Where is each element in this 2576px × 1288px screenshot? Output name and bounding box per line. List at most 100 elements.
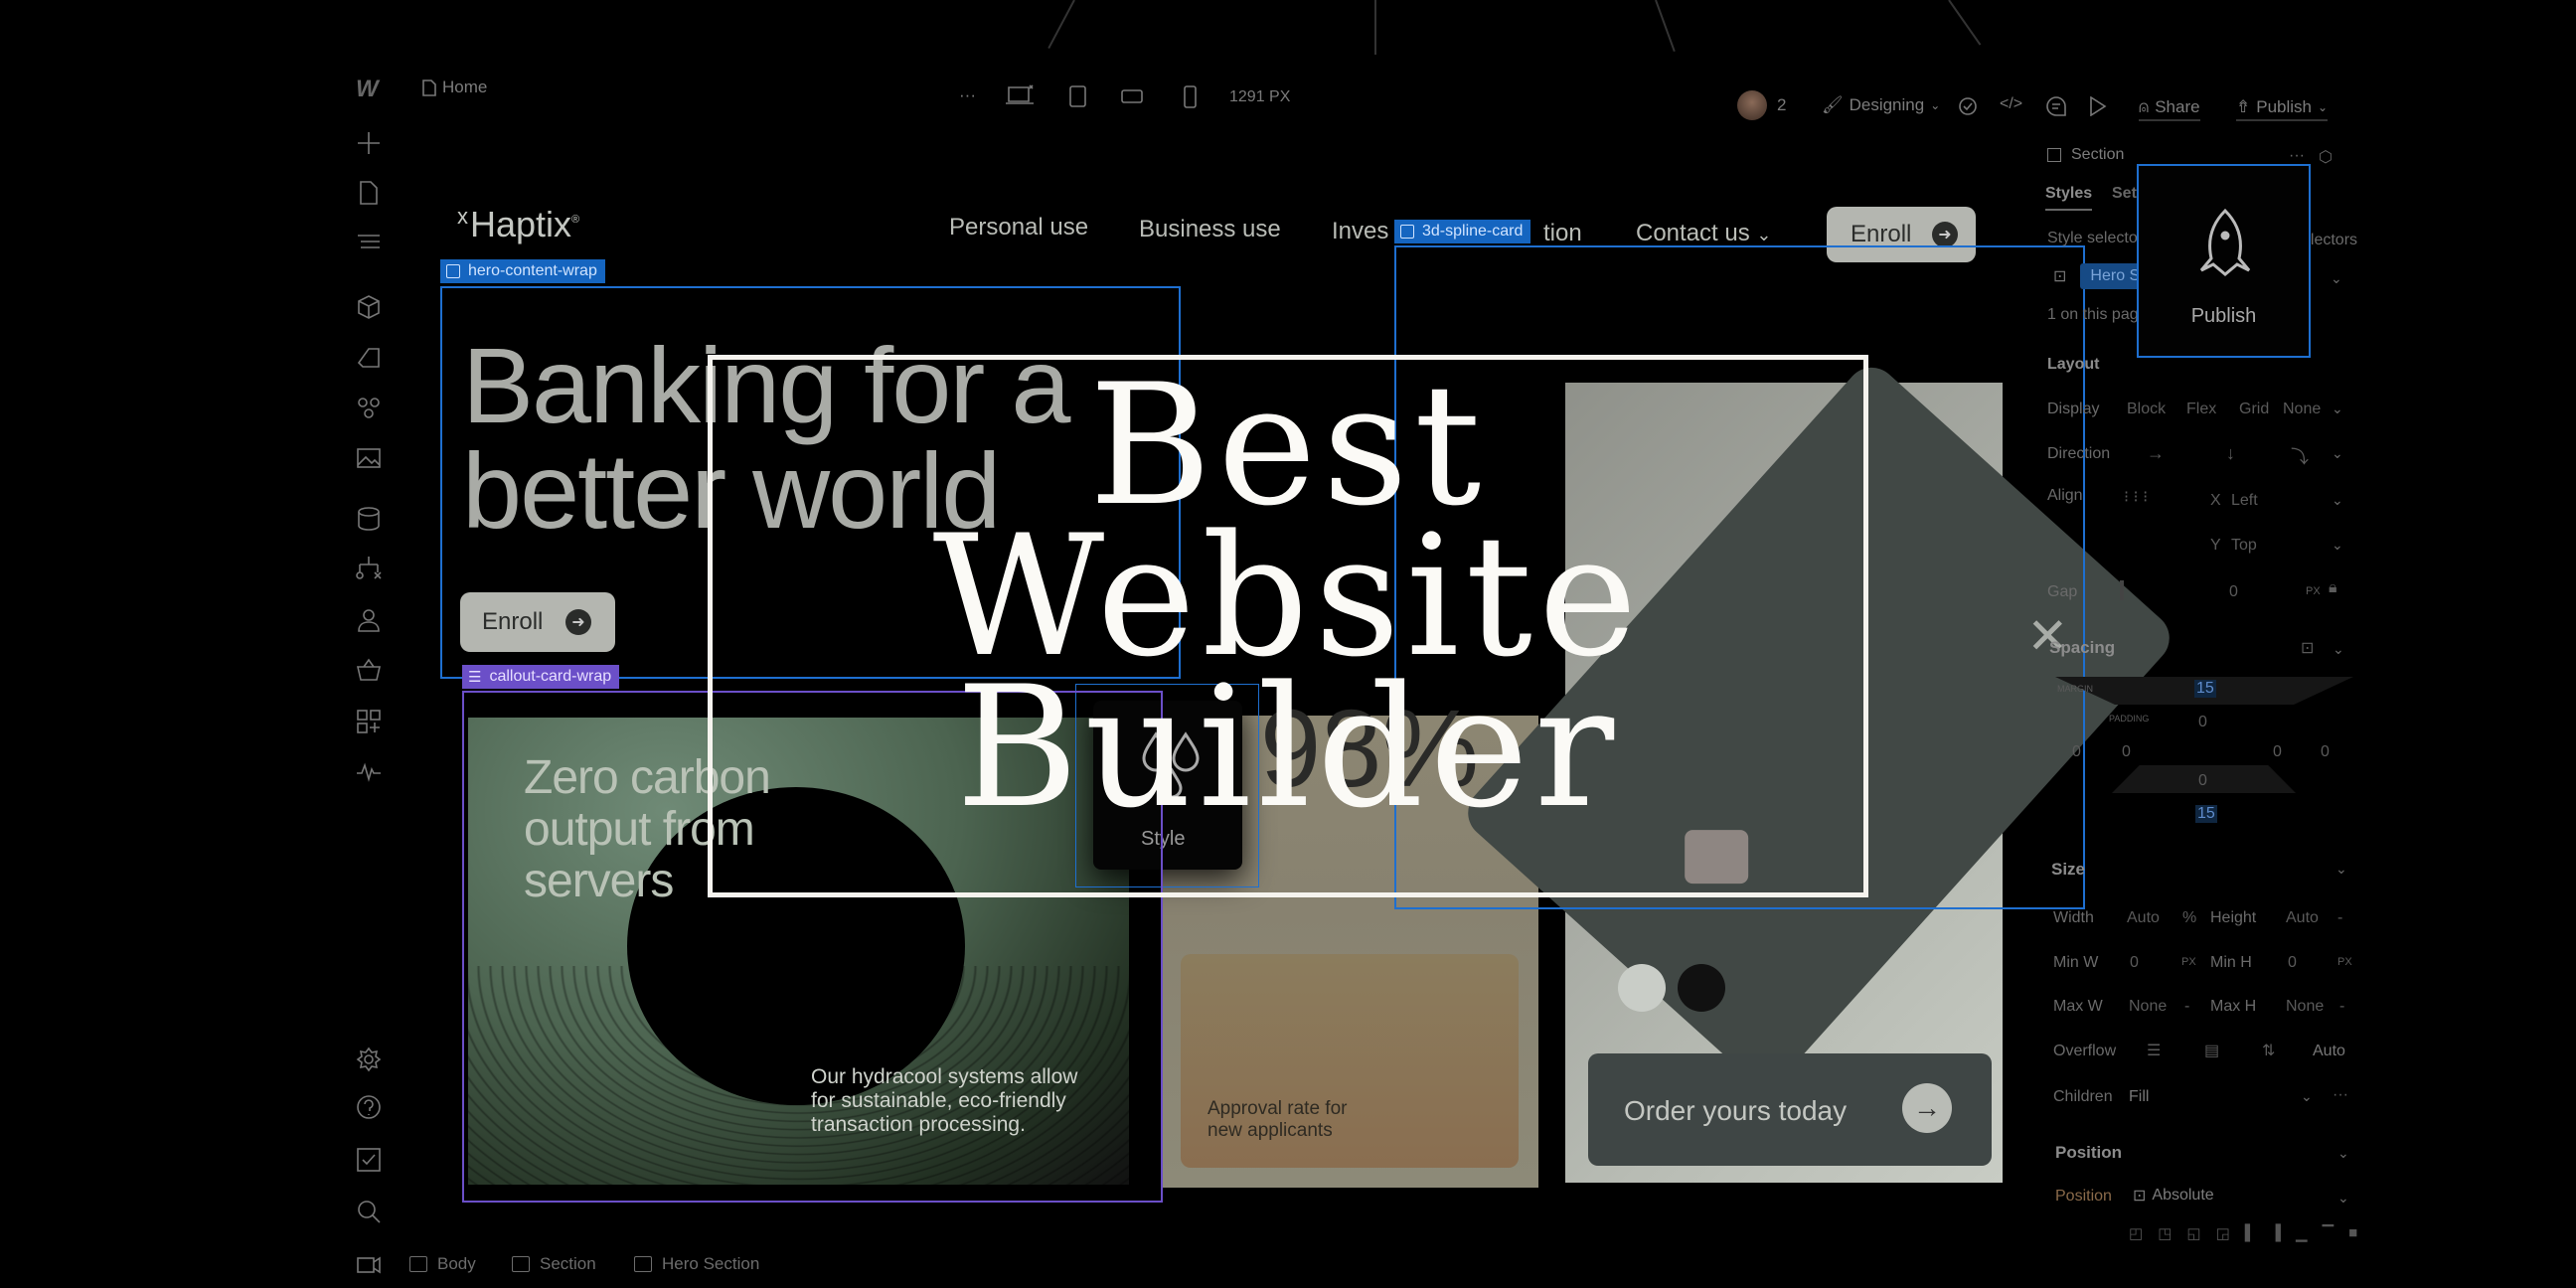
pages-icon[interactable] [355,179,383,207]
page-selector[interactable]: Home [422,78,487,97]
height-value[interactable]: Auto [2286,909,2319,927]
preset-full-icon[interactable]: ■ [2348,1224,2357,1242]
search-icon[interactable] [355,1198,383,1225]
component-create-icon[interactable]: ⬡ [2319,147,2333,167]
settings-icon[interactable] [355,1046,383,1073]
preset-top-right-icon[interactable]: ◳ [2158,1224,2172,1242]
tasks-checkbox-icon[interactable] [355,1146,383,1174]
more-options-button[interactable]: ··· [959,85,976,105]
webflow-logo-icon[interactable]: W [356,76,379,103]
direction-wrap-icon[interactable]: ⤵ [2291,443,2309,469]
padding-right-value[interactable]: 0 [2273,743,2282,761]
padding-bottom-value[interactable]: 0 [2198,772,2207,790]
display-none[interactable]: None [2283,401,2321,418]
width-unit[interactable]: % [2182,909,2196,927]
breadcrumb-section[interactable]: Section [512,1254,596,1274]
apps-icon[interactable] [355,708,383,735]
preset-bottom-icon[interactable]: ▁ [2296,1224,2308,1242]
color-swatch-light[interactable] [1618,964,1666,1012]
add-icon[interactable] [355,129,383,157]
spacing-preset-icon[interactable]: ⊡ [2301,638,2314,658]
publish-button[interactable]: ⇮ Publish ⌄ [2236,97,2329,121]
chevron-down-icon[interactable]: ⌄ [2333,641,2344,658]
padding-top-value[interactable]: 0 [2198,714,2207,731]
min-height-unit[interactable]: PX [2337,956,2352,968]
breadcrumb-body[interactable]: Body [409,1254,476,1274]
navigator-icon[interactable] [355,229,383,256]
display-block[interactable]: Block [2127,401,2166,418]
nav-personal-use[interactable]: Personal use [949,214,1088,242]
nav-contact-us[interactable]: Contact us ⌄ [1636,220,1772,247]
min-height-value[interactable]: 0 [2288,954,2297,972]
audit-pulse-icon[interactable] [355,757,383,785]
breadcrumb-hero-section[interactable]: Hero Section [634,1254,759,1274]
overflow-auto-value[interactable]: Auto [2313,1043,2345,1060]
tab-styles[interactable]: Styles [2045,185,2093,211]
chevron-down-icon[interactable]: ⌄ [2335,861,2347,878]
size-heading[interactable]: Size [2051,860,2085,880]
align-y-value[interactable]: Top [2231,537,2257,555]
checkmark-circle-icon[interactable] [1958,96,1978,116]
more-options-icon[interactable]: ··· [2289,147,2305,165]
styles-drops-icon[interactable] [355,393,383,420]
more-options-icon[interactable]: ··· [2333,1086,2348,1104]
max-height-value[interactable]: None [2286,998,2324,1016]
preset-bottom-right-icon[interactable]: ◲ [2216,1224,2230,1242]
overflow-visible-icon[interactable]: ☰ [2147,1041,2161,1060]
chevron-down-icon[interactable]: ⌄ [2301,1088,2313,1105]
mode-dropdown[interactable]: 🖌︎ Designing ⌄ [1822,95,1940,115]
overflow-hidden-icon[interactable]: ▤ [2204,1041,2219,1060]
video-icon[interactable] [355,1250,383,1278]
width-value[interactable]: Auto [2127,909,2160,927]
chevron-down-icon[interactable]: ⌄ [2331,270,2342,287]
preset-right-icon[interactable]: ▐ [2270,1224,2281,1242]
code-icon[interactable]: </> [2000,95,2022,113]
preset-top-left-icon[interactable]: ◰ [2129,1224,2143,1242]
gap-value[interactable]: 0 [2229,583,2238,601]
min-width-value[interactable]: 0 [2130,954,2139,972]
chevron-down-icon[interactable]: ⌄ [2337,1190,2349,1207]
nav-investigation-tail[interactable]: tion [1543,220,1582,247]
lock-icon[interactable]: 🔒︎ [2329,579,2337,597]
site-brand[interactable]: x Haptix ® [457,204,579,245]
gap-slider-handle[interactable] [2120,580,2124,600]
direction-row-icon[interactable]: → [2147,443,2165,464]
logic-flow-icon[interactable] [355,555,383,582]
comment-icon[interactable] [2045,95,2067,117]
direction-column-icon[interactable]: ↓ [2226,443,2235,464]
height-unit[interactable]: - [2337,909,2342,927]
share-button[interactable]: ⍝ Share [2139,97,2200,121]
chevron-down-icon[interactable]: ⌄ [2332,537,2343,554]
gap-unit[interactable]: PX [2306,585,2321,597]
spacing-heading[interactable]: Spacing [2049,638,2115,658]
tablet-breakpoint-icon[interactable] [1068,85,1088,107]
chevron-down-icon[interactable]: ⌄ [2332,445,2343,462]
max-height-unit[interactable]: - [2339,998,2344,1016]
chevron-down-icon[interactable]: ⌄ [2332,401,2343,417]
max-width-unit[interactable]: - [2184,998,2189,1016]
mobile-landscape-icon[interactable] [1121,88,1145,104]
overflow-scroll-icon[interactable]: ⇅ [2262,1041,2275,1060]
variables-icon[interactable] [355,343,383,371]
children-value[interactable]: Fill [2129,1088,2149,1106]
display-grid[interactable]: Grid [2239,401,2269,418]
preview-play-icon[interactable] [2089,96,2107,116]
hero-content-wrap-label[interactable]: hero-content-wrap [440,259,605,283]
chevron-down-icon[interactable]: ⌄ [2337,1145,2349,1162]
position-presets[interactable]: ◰ ◳ ◱ ◲ ▌ ▐ ▁ ▔ ■ [2129,1224,2357,1242]
align-x-value[interactable]: Left [2231,492,2258,510]
callout-card-wrap-label[interactable]: ☰ callout-card-wrap [462,665,620,689]
help-icon[interactable] [355,1093,383,1121]
position-dropdown[interactable]: ⊡ Absolute [2133,1186,2214,1206]
color-swatch-dark[interactable] [1678,964,1725,1012]
align-grid-icon[interactable]: ⁝ ⁝ ⁝ [2124,487,2148,507]
collaborator-avatar[interactable] [1737,90,1767,120]
preset-bottom-left-icon[interactable]: ◱ [2186,1224,2200,1242]
nav-investigation[interactable]: Inves [1332,218,1388,245]
publish-popup[interactable]: Publish [2137,164,2311,358]
mobile-portrait-icon[interactable] [1183,85,1199,109]
margin-left-value[interactable]: 0 [2072,743,2081,761]
min-width-unit[interactable]: PX [2181,956,2196,968]
preset-left-icon[interactable]: ▌ [2245,1224,2256,1242]
desktop-breakpoint-icon[interactable] [1006,84,1036,106]
